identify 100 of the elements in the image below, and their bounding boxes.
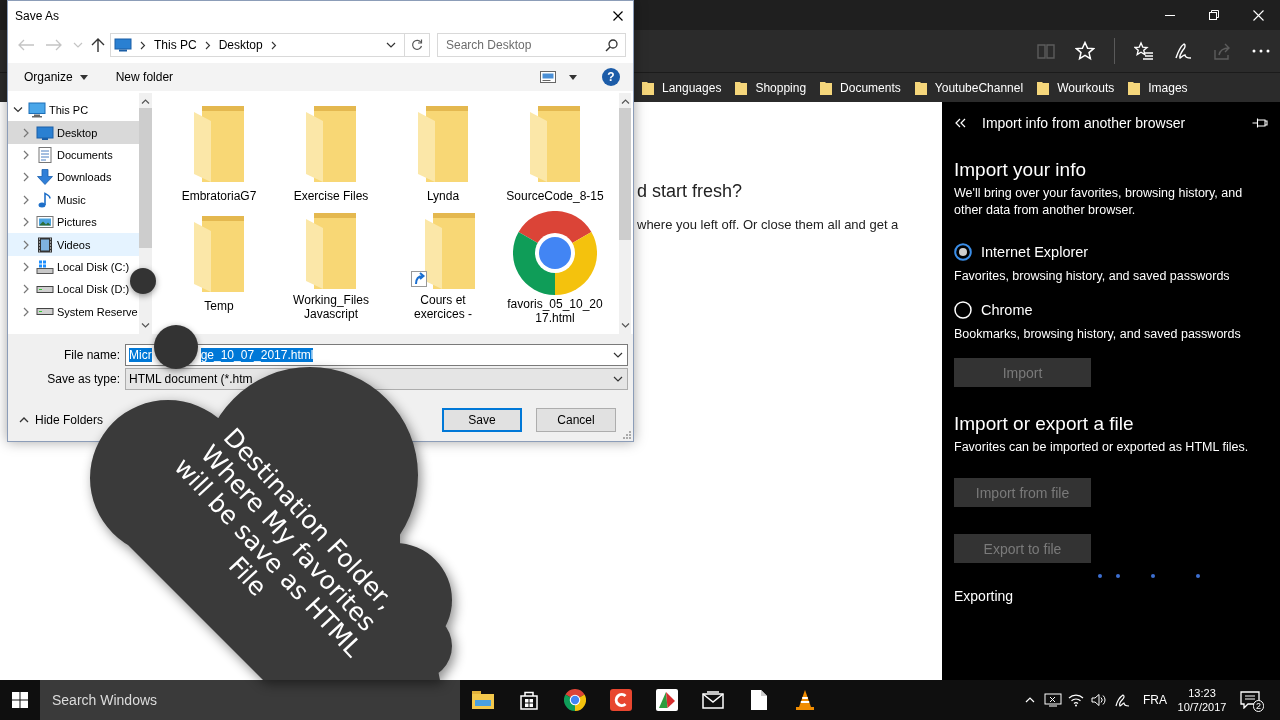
- radio-label[interactable]: Chrome: [981, 302, 1033, 318]
- file-item[interactable]: EmbratoriaG7: [163, 101, 275, 211]
- device-icon[interactable]: [1043, 693, 1062, 707]
- option-description: Favorites, browsing history, and saved passwords: [954, 268, 1230, 285]
- folder-icon: [530, 106, 580, 182]
- organize-button[interactable]: Organize: [24, 70, 88, 84]
- shopping-bag-icon[interactable]: [519, 690, 539, 710]
- tree-item[interactable]: Local Disk (C:): [8, 255, 130, 279]
- music-note-icon: [36, 191, 54, 208]
- file-item[interactable]: Working_Files Javascript: [275, 211, 387, 321]
- new-folder-button[interactable]: New folder: [115, 70, 174, 84]
- tree-item[interactable]: Music: [8, 188, 86, 211]
- desktop-icon: [36, 124, 54, 141]
- section-description: We'll bring over your favorites, browsing history, and other data from another browser.: [954, 185, 1244, 219]
- folder-icon: [306, 106, 356, 182]
- folder-icon[interactable]: [472, 691, 494, 709]
- star-list-icon[interactable]: [1134, 41, 1154, 61]
- save-button[interactable]: Save: [442, 408, 522, 432]
- address-bar[interactable]: This PC Desktop: [110, 33, 430, 57]
- scrollbar-thumb[interactable]: [139, 108, 152, 248]
- folder-icon: [418, 106, 468, 182]
- file-item[interactable]: Temp: [163, 211, 275, 321]
- file-name-label: File name:: [62, 348, 120, 362]
- tree-item[interactable]: Downloads: [8, 166, 112, 189]
- tree-item[interactable]: System Reserve: [8, 300, 138, 323]
- favorite-item[interactable]: Languages: [642, 80, 722, 95]
- file-item[interactable]: Lynda: [387, 101, 499, 211]
- tree-item[interactable]: This PC: [8, 99, 89, 122]
- favorite-item[interactable]: Wourkouts: [1037, 80, 1115, 95]
- clock-time: 13:23: [1188, 686, 1216, 700]
- file-item[interactable]: Cours et exercices -: [387, 211, 499, 321]
- resize-grip-icon[interactable]: [623, 431, 631, 439]
- pen-icon[interactable]: [1114, 692, 1130, 708]
- caret-icon[interactable]: [569, 74, 577, 80]
- search-field[interactable]: Search Windows: [40, 680, 460, 720]
- tree-item[interactable]: Documents: [8, 143, 113, 167]
- click-marker-icon: [154, 325, 198, 369]
- progress-dot-icon: [1116, 574, 1120, 578]
- page-heading: d start fresh?: [637, 180, 743, 202]
- drive-icon: [36, 285, 54, 293]
- pin-icon[interactable]: [1252, 116, 1268, 130]
- chevron-down-icon[interactable]: [613, 376, 623, 382]
- radio-label[interactable]: Internet Explorer: [981, 244, 1089, 260]
- wifi-icon[interactable]: [1067, 693, 1084, 707]
- scrollbar[interactable]: [619, 93, 631, 334]
- chevron-down-icon[interactable]: [613, 352, 623, 358]
- folder-icon: [1128, 80, 1141, 95]
- favorite-item[interactable]: Shopping: [735, 80, 807, 95]
- file-name-field[interactable]: Micr ge_10_07_2017.html: [125, 344, 628, 366]
- folder-icon: [820, 80, 833, 95]
- favorite-item[interactable]: Images: [1128, 80, 1188, 95]
- download-arrow-icon: [36, 169, 54, 186]
- cancel-button[interactable]: Cancel: [536, 408, 616, 432]
- envelope-icon[interactable]: [702, 691, 724, 709]
- document-icon[interactable]: [750, 689, 768, 711]
- option-description: Bookmarks, browsing history, and saved passwords: [954, 326, 1241, 343]
- file-item[interactable]: SourceCode_8-15: [499, 101, 611, 211]
- breadcrumb-item[interactable]: This PC: [154, 38, 197, 52]
- language-indicator[interactable]: FRA: [1134, 680, 1176, 720]
- volume-icon[interactable]: [1090, 693, 1107, 707]
- pen-icon[interactable]: [1173, 41, 1193, 61]
- chevron-down-icon[interactable]: [386, 42, 396, 48]
- favorite-item[interactable]: Documents: [820, 80, 901, 95]
- breadcrumb-item[interactable]: Desktop: [218, 38, 263, 52]
- browser-logo-icon[interactable]: [564, 689, 586, 711]
- file-item[interactable]: Exercise Files: [275, 101, 387, 211]
- double-chevron-icon[interactable]: [954, 118, 966, 128]
- click-marker-icon: [130, 268, 156, 294]
- traffic-cone-icon[interactable]: [794, 689, 816, 711]
- tree-item[interactable]: Pictures: [8, 210, 97, 234]
- folder-icon: [914, 80, 927, 95]
- windows-logo-icon[interactable]: [12, 692, 28, 708]
- view-icon[interactable]: [540, 71, 556, 83]
- caret-up-icon[interactable]: [1025, 697, 1035, 703]
- help-button[interactable]: ?: [602, 68, 620, 86]
- hide-folders-button[interactable]: Hide Folders: [19, 413, 104, 427]
- favorite-item[interactable]: YoutubeChannel: [914, 80, 1024, 95]
- folder-icon: [735, 80, 748, 95]
- file-item[interactable]: favoris_05_10_2017.html: [499, 211, 611, 321]
- up-arrow-icon[interactable]: [90, 37, 106, 53]
- notification-icon[interactable]: [1240, 691, 1260, 709]
- search-field[interactable]: Search Desktop: [437, 33, 626, 57]
- restore-icon[interactable]: [1209, 10, 1219, 20]
- star-icon[interactable]: [1075, 41, 1095, 61]
- section-heading: Import or export a file: [954, 412, 1134, 436]
- folder-icon: [194, 106, 244, 182]
- app-icon[interactable]: [656, 689, 678, 711]
- scrollbar-thumb[interactable]: [619, 108, 631, 240]
- clock-date: 10/7/2017: [1177, 700, 1227, 714]
- radio-button[interactable]: [954, 243, 972, 261]
- close-icon[interactable]: [613, 11, 623, 21]
- tree-item[interactable]: Local Disk (D:): [8, 278, 130, 301]
- app-icon[interactable]: [610, 689, 632, 711]
- tree-item[interactable]: Desktop: [8, 121, 139, 144]
- progress-dot-icon: [1151, 574, 1155, 578]
- progress-dot-icon: [1098, 574, 1102, 578]
- drive-icon: [36, 259, 54, 274]
- monitor-icon: [114, 38, 132, 52]
- section-heading: Import your info: [954, 158, 1086, 182]
- tree-item[interactable]: Videos: [8, 233, 139, 256]
